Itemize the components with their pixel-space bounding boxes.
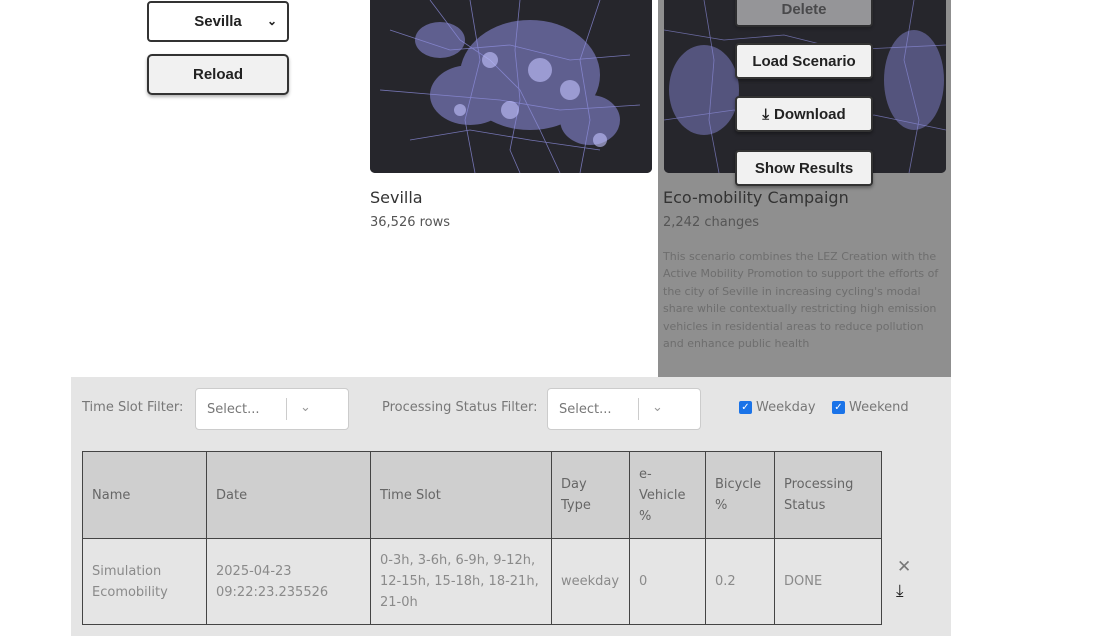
time-slot-filter-select[interactable]: Select... ⌄ [195, 388, 349, 430]
reload-button[interactable]: Reload [147, 54, 289, 95]
results-table: Name Date Time Slot Day Type e-Vehicle %… [82, 451, 882, 625]
select-separator [638, 398, 639, 420]
weekday-checkbox-label: Weekday [756, 400, 816, 415]
weekend-checkbox[interactable]: ✓ [832, 401, 845, 414]
weekday-checkbox[interactable]: ✓ [739, 401, 752, 414]
download-button[interactable]: ⤓ Download [735, 96, 873, 132]
sevilla-map-thumbnail[interactable] [370, 0, 652, 173]
column-header-day-type[interactable]: Day Type [551, 451, 630, 539]
chevron-down-icon: ⌄ [300, 400, 311, 415]
column-header-time-slot[interactable]: Time Slot [370, 451, 552, 539]
column-header-bicycle[interactable]: Bicycle % [705, 451, 775, 539]
base-card-rows: 36,526 rows [370, 215, 451, 230]
processing-status-filter-placeholder: Select... [559, 401, 612, 417]
cell-bicycle: 0.2 [705, 538, 775, 625]
download-icon[interactable]: ⤓ [896, 581, 904, 601]
table-row[interactable]: Simulation Ecomobility 2025-04-23 09:22:… [82, 538, 882, 625]
scenario-card-title: Eco-mobility Campaign [663, 188, 849, 207]
processing-status-filter-label: Processing Status Filter: [382, 400, 538, 415]
scenario-card-description: This scenario combines the LEZ Creation … [663, 250, 939, 351]
table-header-row: Name Date Time Slot Day Type e-Vehicle %… [82, 451, 882, 539]
delete-button[interactable]: Delete [735, 0, 873, 27]
base-card-title: Sevilla [370, 188, 423, 207]
download-button-label: Download [773, 105, 846, 123]
column-header-date[interactable]: Date [206, 451, 371, 539]
column-header-processing-status[interactable]: Processing Status [774, 451, 882, 539]
road-network-image [370, 0, 652, 173]
column-header-name[interactable]: Name [82, 451, 207, 539]
load-scenario-button[interactable]: Load Scenario [735, 43, 873, 79]
select-separator [286, 398, 287, 420]
city-select[interactable]: Sevilla ⌄ [147, 1, 289, 42]
time-slot-filter-label: Time Slot Filter: [82, 400, 184, 415]
chevron-down-icon: ⌄ [266, 14, 277, 28]
cell-date: 2025-04-23 09:22:23.235526 [206, 538, 371, 625]
chevron-down-icon: ⌄ [652, 400, 663, 415]
cell-day-type: weekday [551, 538, 630, 625]
cell-e-vehicle: 0 [629, 538, 706, 625]
cell-name: Simulation Ecomobility [82, 538, 207, 625]
show-results-button[interactable]: Show Results [735, 150, 873, 186]
download-icon: ⤓ [762, 105, 769, 123]
city-select-value: Sevilla [194, 13, 242, 30]
cell-processing-status: DONE [774, 538, 882, 625]
weekend-checkbox-label: Weekend [849, 400, 909, 415]
processing-status-filter-select[interactable]: Select... ⌄ [547, 388, 701, 430]
cell-time-slot: 0-3h, 3-6h, 6-9h, 9-12h, 12-15h, 15-18h,… [370, 538, 552, 625]
column-header-e-vehicle[interactable]: e-Vehicle % [629, 451, 706, 539]
scenario-card-changes: 2,242 changes [663, 215, 759, 230]
close-icon[interactable]: ✕ [897, 557, 911, 577]
time-slot-filter-placeholder: Select... [207, 401, 260, 417]
